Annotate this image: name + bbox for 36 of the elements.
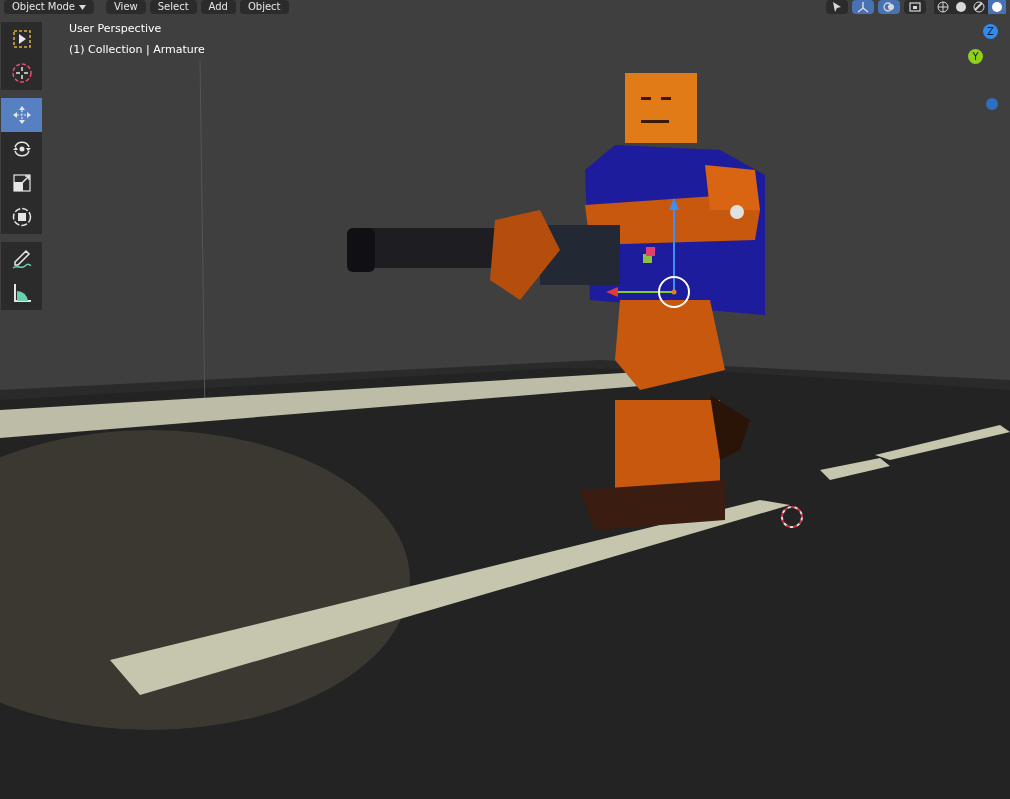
- header-toggle[interactable]: [904, 0, 926, 14]
- tool-button[interactable]: [1, 56, 42, 90]
- material-sphere-icon: [973, 1, 985, 13]
- rendered-sphere-icon: [991, 1, 1003, 13]
- xray-icon: [909, 1, 921, 13]
- move-gizmo-drawing[interactable]: [606, 198, 690, 308]
- tool-button[interactable]: [1, 132, 42, 166]
- mode-dropdown[interactable]: Object Mode: [4, 0, 94, 14]
- shading-button[interactable]: [970, 0, 988, 14]
- header-toggle[interactable]: [852, 0, 874, 14]
- menu-button[interactable]: Select: [149, 0, 197, 14]
- shading-button[interactable]: [934, 0, 952, 14]
- wireframe-sphere-icon: [937, 1, 949, 13]
- select-box-icon: [11, 29, 32, 49]
- header-toggle[interactable]: [878, 0, 900, 14]
- tool-button[interactable]: [1, 242, 42, 276]
- view-name: User Perspective: [69, 21, 163, 37]
- menu-button[interactable]: View: [106, 0, 146, 14]
- menu-button[interactable]: Object: [239, 0, 289, 14]
- pointer-icon: [831, 1, 843, 13]
- tool-button[interactable]: [1, 276, 42, 310]
- caret-icon: [79, 4, 86, 10]
- overlay-circles-icon: [883, 1, 895, 13]
- pencil-icon: [10, 248, 33, 270]
- shading-button[interactable]: [988, 0, 1006, 14]
- tool-button[interactable]: [1, 22, 42, 56]
- axes-icon: [857, 1, 869, 13]
- tool-button[interactable]: [1, 200, 42, 234]
- 3d-cursor-icon: [781, 506, 803, 528]
- menu-button[interactable]: Add: [200, 0, 236, 14]
- header-toggle[interactable]: [826, 0, 848, 14]
- solid-sphere-icon: [955, 1, 967, 13]
- scale-icon: [11, 173, 32, 193]
- transform-icon: [10, 206, 33, 228]
- collection-label: (1) Collection | Armature: [69, 41, 205, 58]
- cursor-icon: [10, 62, 33, 84]
